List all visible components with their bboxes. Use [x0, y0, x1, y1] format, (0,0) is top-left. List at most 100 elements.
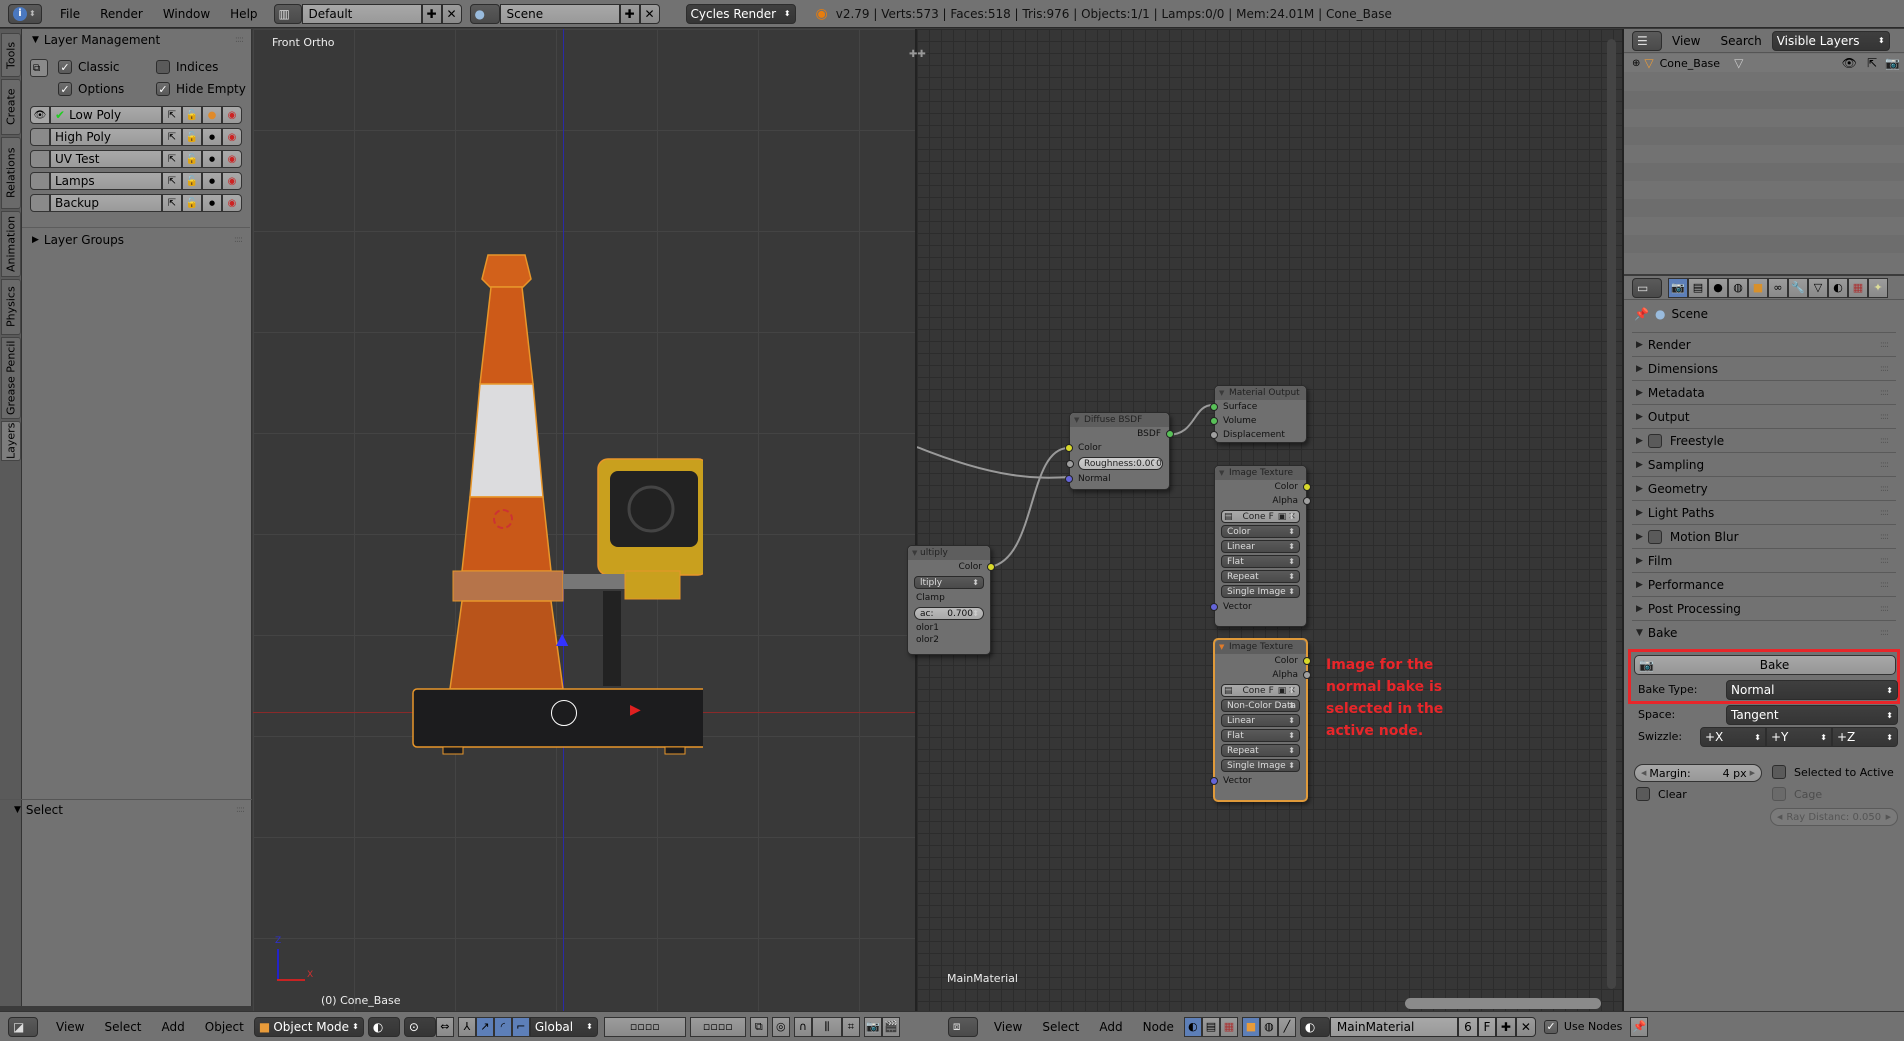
- scene-dropdown[interactable]: ●: [469, 3, 500, 24]
- select-cursor-icon[interactable]: ⇱: [162, 106, 182, 124]
- panel-light-paths[interactable]: ▶ Light Paths::::: [1632, 500, 1896, 524]
- outliner-editor-type[interactable]: ☰: [1632, 30, 1662, 51]
- layer-buttons-a[interactable]: ▫▫▫▫: [603, 1016, 686, 1037]
- color-input-socket[interactable]: [1065, 444, 1073, 452]
- particles-icon[interactable]: ✦: [1868, 277, 1888, 298]
- add-layout-button[interactable]: ✚: [421, 3, 442, 24]
- eye-icon[interactable]: [30, 172, 50, 190]
- tab-create[interactable]: Create: [1, 79, 21, 135]
- interpolation-dropdown[interactable]: Linear: [1221, 714, 1300, 727]
- node-menu-view[interactable]: View: [984, 1020, 1032, 1034]
- render-toggle-icon[interactable]: ◉: [222, 128, 242, 146]
- fac-slider[interactable]: ac: 0.700: [914, 607, 984, 620]
- layer-row[interactable]: 👁 ✔ Low Poly ⇱ 🔓 ● ◉: [30, 106, 244, 124]
- render-preview-icon[interactable]: 📷: [863, 1016, 882, 1037]
- blend-mode-dropdown[interactable]: ltiply: [914, 576, 984, 589]
- constraints-icon[interactable]: ∞: [1768, 277, 1788, 298]
- tab-layers[interactable]: Layers: [1, 421, 21, 461]
- lock-camera-icon[interactable]: ⧉: [749, 1016, 768, 1037]
- selected-to-active-checkbox[interactable]: Selected to Active: [1772, 765, 1894, 779]
- panel-dimensions[interactable]: ▶ Dimensions::::: [1632, 356, 1896, 380]
- translate-manipulator-icon[interactable]: ⅄: [457, 1016, 476, 1037]
- viewport-shading-dropdown[interactable]: ◐: [367, 1016, 400, 1037]
- open-image-icon[interactable]: ▣: [1278, 512, 1287, 522]
- select-cursor-icon[interactable]: ⇱: [162, 150, 182, 168]
- material-output-node[interactable]: Material Output Surface Volume Displacem…: [1210, 385, 1307, 443]
- proportional-edit-icon[interactable]: ◎: [771, 1016, 790, 1037]
- compositing-nodes-icon[interactable]: ▤: [1201, 1016, 1220, 1037]
- texture-icon[interactable]: ▦: [1848, 277, 1868, 298]
- lock-layers-button[interactable]: ⧉: [30, 59, 48, 77]
- drag-handle-icon[interactable]: ::::: [235, 35, 244, 45]
- swizzle-y-dropdown[interactable]: +Y ⬍: [1766, 727, 1832, 747]
- render-toggle-icon[interactable]: ◉: [222, 172, 242, 190]
- render-toggle-icon[interactable]: ◉: [222, 106, 242, 124]
- bake-type-dropdown[interactable]: Normal ⬍: [1726, 680, 1898, 700]
- lock-icon[interactable]: 🔓: [182, 172, 202, 190]
- line-style-icon[interactable]: ╱: [1277, 1016, 1296, 1037]
- menu-window[interactable]: Window: [153, 7, 220, 21]
- layer-row[interactable]: UV Test ⇱ 🔓 ● ◉: [30, 150, 244, 168]
- horizontal-scrollbar[interactable]: [1405, 998, 1601, 1009]
- vector-input-socket[interactable]: [1210, 603, 1218, 611]
- classic-checkbox[interactable]: ✓ Classic: [58, 60, 120, 74]
- freestyle-checkbox[interactable]: [1647, 433, 1662, 448]
- node-menu-select[interactable]: Select: [1032, 1020, 1089, 1034]
- snap-target-icon[interactable]: ⌗: [841, 1016, 860, 1037]
- panel-output[interactable]: ▶ Output::::: [1632, 404, 1896, 428]
- menu-help[interactable]: Help: [220, 7, 267, 21]
- indices-checkbox[interactable]: Indices: [156, 60, 218, 74]
- dot-icon[interactable]: ●: [202, 194, 222, 212]
- layer-name[interactable]: High Poly: [50, 128, 162, 146]
- fake-user-button[interactable]: F: [1269, 686, 1274, 696]
- material-name-field[interactable]: MainMaterial: [1329, 1016, 1458, 1037]
- color-output-socket[interactable]: [1303, 483, 1311, 491]
- z-arrow-icon[interactable]: ▲: [556, 629, 568, 648]
- layer-name[interactable]: Backup: [50, 194, 162, 212]
- panel-render[interactable]: ▶ Render::::: [1632, 332, 1896, 356]
- drag-handle-icon[interactable]: ::::: [236, 805, 245, 815]
- normal-input-socket[interactable]: [1065, 475, 1073, 483]
- fake-user-button[interactable]: F: [1269, 512, 1274, 522]
- drag-handle-icon[interactable]: ::::: [234, 235, 243, 245]
- alpha-output-socket[interactable]: [1303, 671, 1311, 679]
- layer-groups-header[interactable]: ▶ Layer Groups ::::: [22, 229, 250, 251]
- snap-magnet-icon[interactable]: ∩: [793, 1016, 812, 1037]
- decrement-arrow-icon[interactable]: ◀: [1777, 813, 1782, 821]
- operator-panel-header[interactable]: ▼ Select ::::: [4, 799, 252, 821]
- image-browse-icon[interactable]: ▤: [1224, 512, 1233, 522]
- roughness-input-socket[interactable]: [1066, 459, 1074, 468]
- render-engine-dropdown[interactable]: Cycles Render ⬍: [685, 3, 796, 24]
- node-menu-node[interactable]: Node: [1133, 1020, 1184, 1034]
- swizzle-z-dropdown[interactable]: +Z ⬍: [1832, 727, 1898, 747]
- panel-sampling[interactable]: ▶ Sampling::::: [1632, 452, 1896, 476]
- image-selector[interactable]: ▤ Cone F ▣ ✕: [1221, 510, 1300, 523]
- editor-type-info-button[interactable]: i ⬍: [8, 3, 42, 24]
- panel-metadata[interactable]: ▶ Metadata::::: [1632, 380, 1896, 404]
- object-icon[interactable]: ■: [1748, 277, 1768, 298]
- eye-icon[interactable]: 👁: [30, 106, 50, 124]
- eye-icon[interactable]: [30, 128, 50, 146]
- scale-manipulator-icon[interactable]: ⌐: [511, 1016, 530, 1037]
- select-cursor-icon[interactable]: ⇱: [162, 128, 182, 146]
- scene-field[interactable]: Scene: [499, 3, 620, 24]
- lock-icon[interactable]: 🔓: [182, 128, 202, 146]
- layer-management-header[interactable]: ▼ Layer Management ::::: [22, 29, 251, 51]
- node-menu-add[interactable]: Add: [1089, 1020, 1132, 1034]
- panel-motion-blur[interactable]: ▶ Motion Blur::::: [1632, 524, 1896, 548]
- render-layers-icon[interactable]: ▤: [1688, 277, 1708, 298]
- material-users-count[interactable]: 6: [1457, 1016, 1478, 1037]
- eye-icon[interactable]: [30, 194, 50, 212]
- x-arrow-icon[interactable]: ▶: [630, 702, 641, 718]
- material-browse-dropdown[interactable]: ◐: [1299, 1016, 1330, 1037]
- color-space-dropdown[interactable]: Color: [1221, 525, 1300, 538]
- pivot-dropdown[interactable]: ⊙: [403, 1016, 436, 1037]
- color-output-socket[interactable]: [987, 563, 995, 571]
- layer-row[interactable]: High Poly ⇱ 🔓 ● ◉: [30, 128, 244, 146]
- volume-socket[interactable]: [1210, 417, 1218, 425]
- outliner-item[interactable]: ⊕ ▽ Cone_Base ▽ 👁 ⇱ 📷: [1624, 54, 1904, 72]
- layer-row[interactable]: Backup ⇱ 🔓 ● ◉: [30, 194, 244, 212]
- roughness-slider[interactable]: Roughness:0.000: [1066, 457, 1163, 470]
- texture-nodes-icon[interactable]: ▦: [1219, 1016, 1238, 1037]
- swizzle-x-dropdown[interactable]: +X ⬍: [1700, 727, 1766, 747]
